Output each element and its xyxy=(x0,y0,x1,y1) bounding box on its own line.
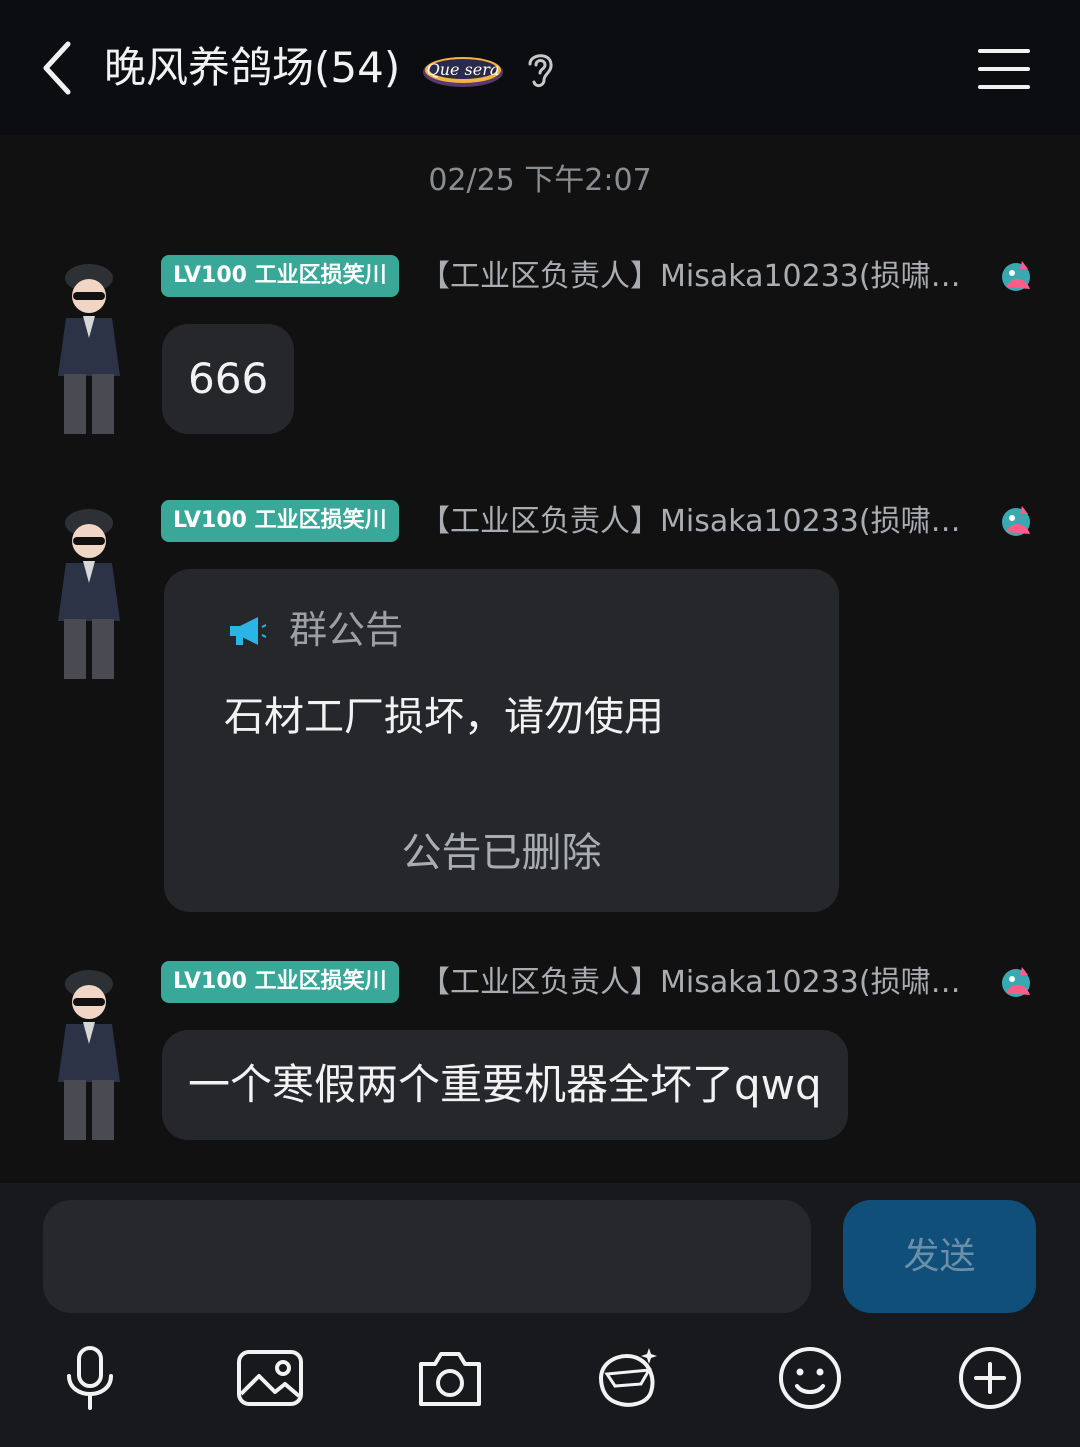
sender-name[interactable]: 【工业区负责人】Misaka10233(损啸… xyxy=(420,256,965,298)
notice-content: 石材工厂损坏，请勿使用 xyxy=(224,694,664,740)
chat-header: 晚风养鸽场(54) Que sera xyxy=(0,0,1080,135)
message-input[interactable] xyxy=(43,1200,811,1313)
ear-icon[interactable] xyxy=(524,48,556,90)
menu-icon[interactable] xyxy=(976,44,1032,94)
avatar[interactable] xyxy=(48,503,130,693)
megaphone-icon xyxy=(230,617,267,645)
message-text: 一个寒假两个重要机器全坏了qwq xyxy=(188,1060,822,1109)
message-text: 666 xyxy=(188,354,269,403)
group-notice-card[interactable]: 群公告 石材工厂损坏，请勿使用 公告已删除 xyxy=(164,569,839,912)
sender-name[interactable]: 【工业区负责人】Misaka10233(损啸… xyxy=(420,962,965,1004)
chat-title[interactable]: 晚风养鸽场(54) xyxy=(104,40,400,96)
sticker-icon[interactable] xyxy=(593,1344,663,1412)
dragon-icon xyxy=(1002,506,1030,536)
level-tag: LV100 工业区损笑川 xyxy=(161,500,399,542)
emoji-icon[interactable] xyxy=(775,1344,845,1412)
notice-status: 公告已删除 xyxy=(401,830,602,876)
level-tag: LV100 工业区损笑川 xyxy=(161,961,399,1003)
dragon-icon xyxy=(1002,967,1030,997)
camera-icon[interactable] xyxy=(415,1344,485,1412)
microphone-icon[interactable] xyxy=(55,1344,125,1412)
notice-title: 群公告 xyxy=(289,608,404,652)
image-icon[interactable] xyxy=(235,1344,305,1412)
plus-icon[interactable] xyxy=(955,1344,1025,1412)
message-bubble[interactable]: 666 xyxy=(162,324,295,434)
svg-text:Que sera: Que sera xyxy=(427,60,500,79)
que-sera-badge-icon: Que sera xyxy=(423,57,503,87)
avatar[interactable] xyxy=(48,964,130,1154)
message-timestamp: 02/25 下午2:07 xyxy=(428,163,652,198)
bottom-toolbar xyxy=(0,1328,1080,1447)
sender-name[interactable]: 【工业区负责人】Misaka10233(损啸… xyxy=(420,501,965,543)
message-bubble[interactable]: 一个寒假两个重要机器全坏了qwq xyxy=(162,1030,848,1140)
avatar[interactable] xyxy=(48,258,130,448)
send-button[interactable]: 发送 xyxy=(843,1200,1036,1313)
level-tag: LV100 工业区损笑川 xyxy=(161,255,399,297)
dragon-icon xyxy=(1002,261,1030,291)
back-icon[interactable] xyxy=(36,38,80,98)
